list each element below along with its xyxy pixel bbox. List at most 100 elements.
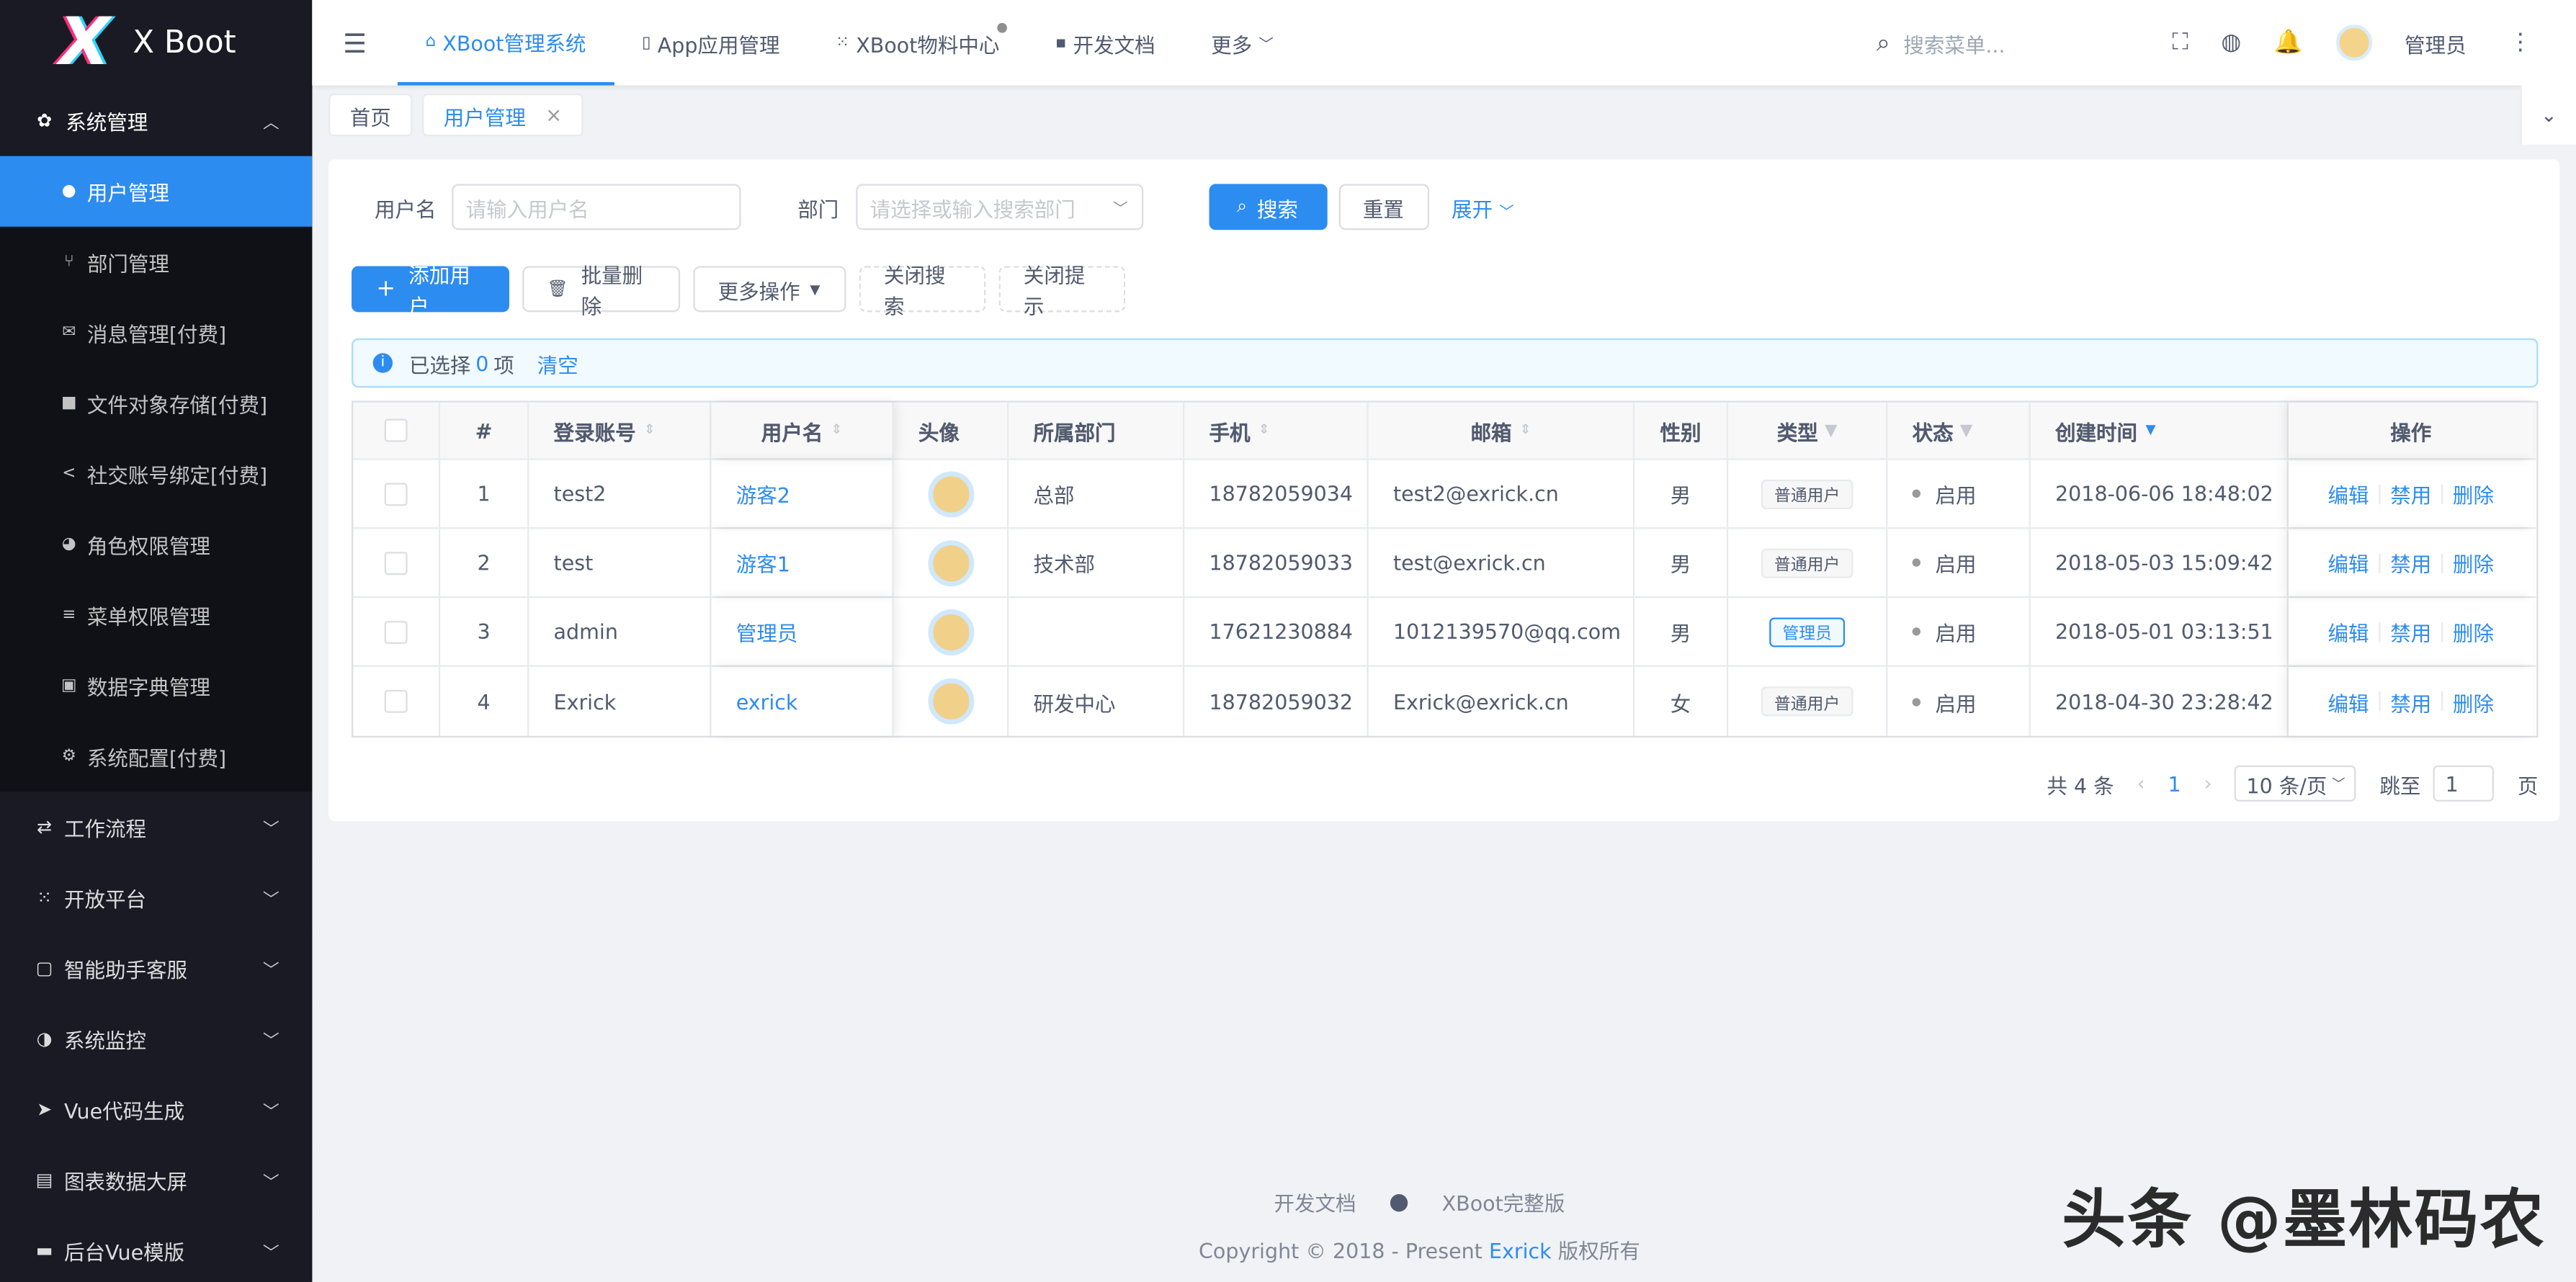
cell-status: 启用 <box>1887 460 2031 528</box>
next-page-icon[interactable]: › <box>2204 772 2212 795</box>
filter-icon[interactable]: ▼ <box>1960 421 1973 439</box>
sidebar-group-3[interactable]: ◑ 系统监控 ﹀ <box>0 1003 313 1075</box>
user-name[interactable]: 管理员 <box>2405 27 2467 58</box>
delete-button[interactable]: 删除 <box>2453 616 2494 647</box>
add-user-button[interactable]: + 添加用户 <box>352 263 509 318</box>
cell-username-value[interactable]: exrick <box>736 689 798 714</box>
copyright-suffix: 版权所有 <box>1557 1238 1640 1263</box>
avatar[interactable] <box>2335 24 2372 61</box>
row-checkbox[interactable] <box>384 619 408 643</box>
sidebar-item-6[interactable]: ≡ 菜单权限管理 <box>0 580 312 650</box>
disable-button[interactable]: 禁用 <box>2390 616 2431 647</box>
list-icon: ≡ <box>62 606 76 624</box>
sort-icon[interactable]: ▼ <box>2145 423 2155 436</box>
page-size-select[interactable]: 10 条/页 ﹀ <box>2235 765 2357 802</box>
cell-username-value[interactable]: 游客1 <box>736 547 790 578</box>
nav-tab-4[interactable]: 更多 ﹀ <box>1183 0 1301 86</box>
disable-button[interactable]: 禁用 <box>2390 478 2431 509</box>
cell-account-value: test <box>553 550 594 575</box>
cell-dept <box>1009 598 1185 665</box>
edit-button[interactable]: 编辑 <box>2328 686 2369 717</box>
sidebar-group-0[interactable]: ⇄ 工作流程 ﹀ <box>0 792 313 863</box>
cell-created: 2018-05-01 03:13:51 <box>2031 598 2289 665</box>
delete-button[interactable]: 删除 <box>2453 547 2494 578</box>
sidebar-group-2[interactable]: ▢ 智能助手客服 ﹀ <box>0 933 313 1004</box>
fullscreen-icon[interactable]: ⛶ <box>2172 30 2188 55</box>
expand-link[interactable]: 展开 ﹀ <box>1452 192 1514 223</box>
more-actions-label: 更多操作 <box>717 278 800 303</box>
menu-search[interactable]: ⌕ 搜索菜单... <box>1877 27 2139 58</box>
sidebar-item-3[interactable]: ■ 文件对象存储[付费] <box>0 368 312 439</box>
footer-docs-link[interactable]: 开发文档 <box>1274 1186 1356 1217</box>
nav-tab-3[interactable]: ▪ 开发文档 <box>1027 0 1183 86</box>
menu-toggle-icon[interactable]: ☰ <box>312 27 398 58</box>
close-icon[interactable]: × <box>545 104 562 127</box>
disable-button[interactable]: 禁用 <box>2390 547 2431 578</box>
delete-button[interactable]: 删除 <box>2453 478 2494 509</box>
prev-page-icon[interactable]: ‹ <box>2137 772 2145 795</box>
sidebar-item-5[interactable]: ◕ 角色权限管理 <box>0 509 312 580</box>
nav-tab-0[interactable]: ⌂ XBoot管理系统 <box>397 0 614 86</box>
delete-button[interactable]: 删除 <box>2453 686 2494 717</box>
reset-button[interactable]: 重置 <box>1338 184 1429 230</box>
copyright-prefix: Copyright © 2018 - Present <box>1199 1238 1482 1263</box>
batch-delete-button[interactable]: 🗑 批量删除 <box>522 263 681 318</box>
cell-gender-value: 男 <box>1670 621 1691 646</box>
sidebar-item-1[interactable]: ⑂ 部门管理 <box>0 227 312 297</box>
sidebar-item-label: 文件对象存储[付费] <box>86 393 268 418</box>
more-actions-dropdown[interactable]: 更多操作 ▼ <box>693 266 846 313</box>
jump-input[interactable]: 1 <box>2433 765 2495 802</box>
sidebar-item-4[interactable]: < 社交账号绑定[付费] <box>0 439 312 509</box>
cell-account-value: test2 <box>553 481 607 506</box>
bell-icon[interactable]: 🔔 <box>2274 30 2303 55</box>
close-tip-button[interactable]: 关闭提示 <box>998 263 1126 318</box>
sidebar-item-0[interactable]: ● 用户管理 <box>0 156 313 227</box>
more-vertical-icon[interactable]: ⋮ <box>2509 30 2532 55</box>
github-icon[interactable]: ● <box>1389 1188 1409 1214</box>
row-checkbox[interactable] <box>384 551 408 575</box>
avatar <box>927 678 974 725</box>
cell-phone-value: 17621230884 <box>1209 619 1354 644</box>
sort-icon[interactable]: ⇕ <box>644 423 655 436</box>
tag-home[interactable]: 首页 <box>328 93 413 137</box>
footer-full-link[interactable]: XBoot完整版 <box>1442 1186 1565 1217</box>
page-size-value: 10 条/页 <box>2246 773 2327 798</box>
cell-username-value[interactable]: 管理员 <box>736 616 798 647</box>
edit-button[interactable]: 编辑 <box>2328 616 2369 647</box>
edit-button[interactable]: 编辑 <box>2328 547 2369 578</box>
sidebar-group-4[interactable]: ➤ Vue代码生成 ﹀ <box>0 1074 313 1145</box>
sort-icon[interactable]: ⇕ <box>1520 423 1531 436</box>
disable-button[interactable]: 禁用 <box>2390 686 2431 717</box>
tag-user-management[interactable]: 用户管理 × <box>422 93 583 137</box>
sidebar-group-system[interactable]: ✿ 系统管理 ︿ <box>0 85 313 156</box>
type-badge: 管理员 <box>1769 617 1846 647</box>
sidebar-item-2[interactable]: ✉ 消息管理[付费] <box>0 297 312 368</box>
page-number[interactable]: 1 <box>2168 771 2181 796</box>
header-tools: ⛶ ◍ 🔔 管理员 ⋮ <box>2172 24 2532 61</box>
cell-ops: 编辑 禁用 删除 <box>2289 460 2533 528</box>
sort-icon[interactable]: ⇕ <box>1258 423 1269 436</box>
sidebar-group-1[interactable]: ⁙ 开放平台 ﹀ <box>0 862 313 933</box>
cell-dept: 研发中心 <box>1009 666 1185 736</box>
edit-button[interactable]: 编辑 <box>2328 478 2369 509</box>
sidebar-item-8[interactable]: ⚙ 系统配置[付费] <box>0 721 312 792</box>
row-checkbox[interactable] <box>384 689 408 713</box>
nav-tab-2[interactable]: ⁙ XBoot物料中心 <box>808 0 1027 86</box>
author-link[interactable]: Exrick <box>1489 1239 1552 1263</box>
filter-icon[interactable]: ▼ <box>1825 421 1838 439</box>
globe-icon[interactable]: ◍ <box>2221 30 2241 55</box>
clear-selection-link[interactable]: 清空 <box>537 347 578 378</box>
search-button[interactable]: ⌕ 搜索 <box>1208 184 1327 230</box>
nav-tab-1[interactable]: ▯ App应用管理 <box>614 0 808 86</box>
logo[interactable]: X X Boot <box>0 0 312 86</box>
username-input[interactable]: 请输入用户名 <box>451 184 741 230</box>
sort-icon[interactable]: ⇕ <box>831 423 842 436</box>
dept-select[interactable]: 请选择或输入搜索部门 ﹀ <box>855 184 1143 230</box>
chevron-down-icon[interactable]: ⌄ <box>2520 85 2576 145</box>
select-all-checkbox[interactable] <box>384 418 408 442</box>
row-checkbox[interactable] <box>384 482 408 506</box>
row-actions: 编辑 禁用 删除 <box>2328 478 2494 509</box>
close-search-button[interactable]: 关闭搜索 <box>859 263 986 318</box>
cell-username-value[interactable]: 游客2 <box>736 478 790 509</box>
sidebar-item-7[interactable]: ▣ 数据字典管理 <box>0 650 312 721</box>
